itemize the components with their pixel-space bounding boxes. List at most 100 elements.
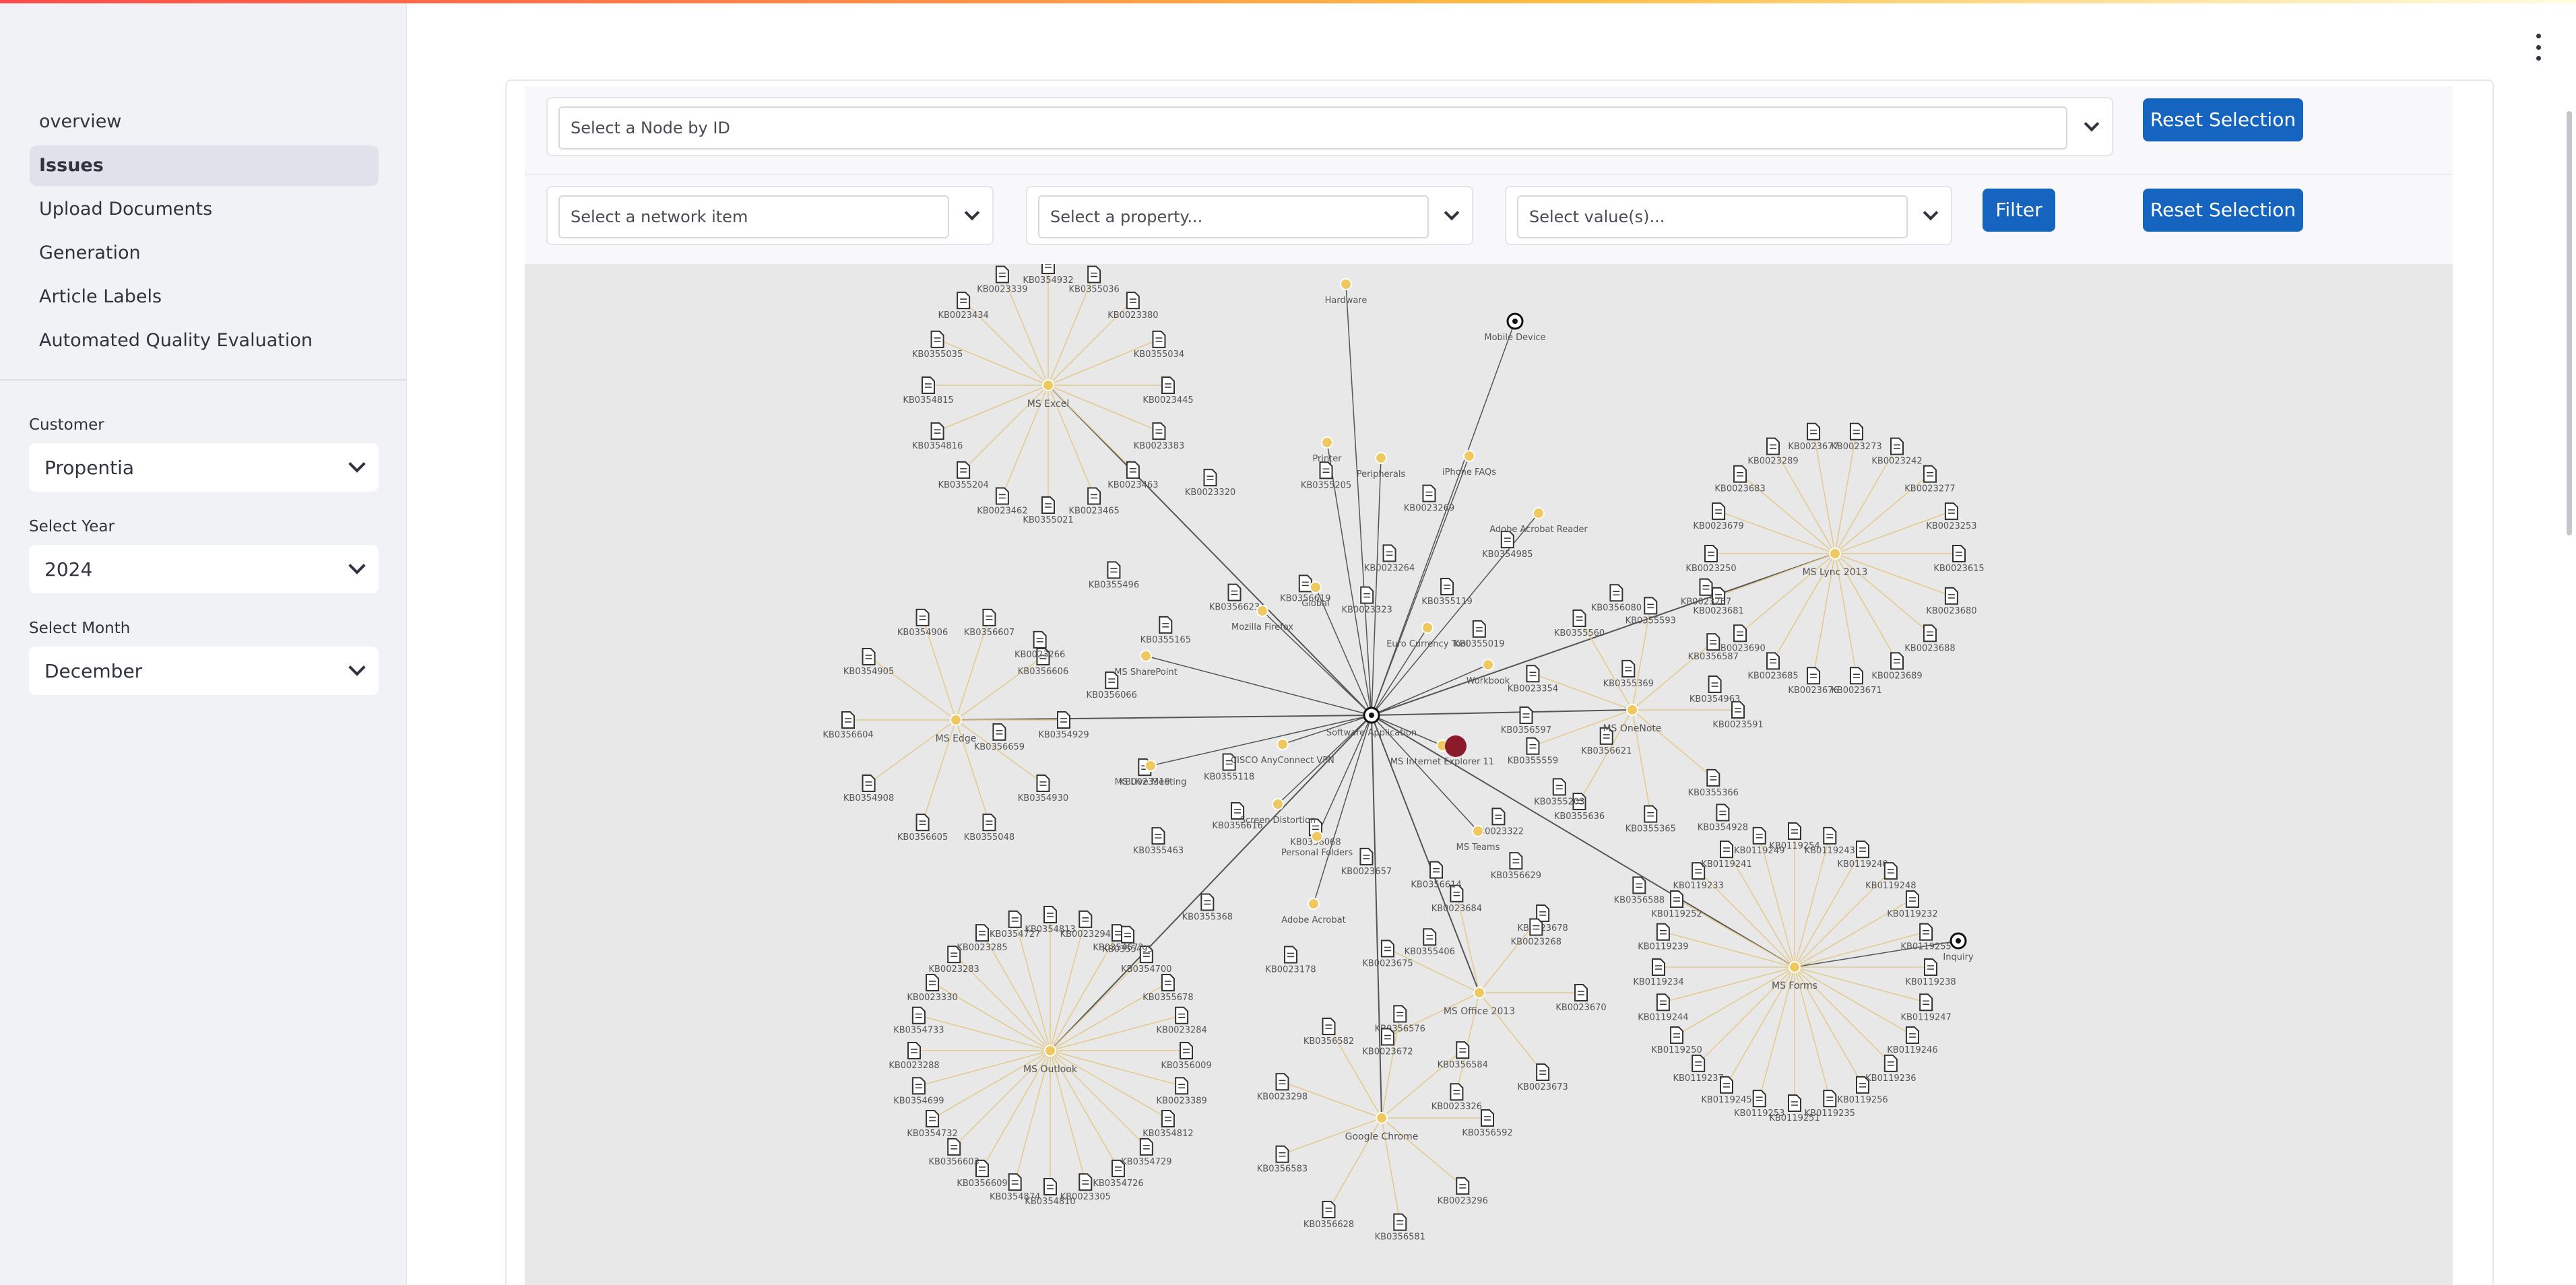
document-icon[interactable] [1491, 808, 1506, 826]
document-icon[interactable] [1456, 1041, 1470, 1059]
category-node[interactable] [1472, 825, 1484, 837]
document-icon[interactable] [1752, 1090, 1766, 1108]
document-icon[interactable] [1670, 1026, 1684, 1044]
sidebar-item-upload-documents[interactable]: Upload Documents [30, 189, 379, 230]
document-icon[interactable] [1536, 1063, 1550, 1082]
document-icon[interactable] [995, 265, 1009, 284]
document-icon[interactable] [1161, 974, 1175, 991]
document-icon[interactable] [1175, 1006, 1189, 1024]
document-icon[interactable] [1712, 502, 1726, 521]
values-select[interactable]: Select value(s)... [1517, 195, 1908, 238]
reset-selection-button-2[interactable]: Reset Selection [2143, 189, 2303, 232]
category-node[interactable] [1256, 605, 1268, 617]
document-icon[interactable] [1574, 984, 1588, 1001]
document-icon[interactable] [1057, 711, 1070, 729]
chevron-down-icon[interactable] [1444, 205, 1460, 221]
document-icon[interactable] [1856, 841, 1869, 859]
document-icon[interactable] [995, 487, 1009, 505]
hub-node[interactable] [950, 714, 962, 726]
document-icon[interactable] [862, 647, 876, 665]
sidebar-item-issues[interactable]: Issues [30, 145, 379, 186]
document-icon[interactable] [1161, 1110, 1175, 1127]
document-icon[interactable] [1107, 561, 1121, 579]
document-icon[interactable] [1380, 940, 1394, 958]
category-node[interactable] [1375, 452, 1387, 464]
category-node[interactable] [1145, 760, 1157, 772]
document-icon[interactable] [1033, 630, 1047, 649]
document-icon[interactable] [1481, 1109, 1494, 1127]
document-icon[interactable] [1807, 667, 1821, 685]
document-icon[interactable] [1733, 465, 1747, 483]
document-icon[interactable] [862, 775, 876, 793]
document-icon[interactable] [1159, 616, 1173, 634]
month-select[interactable]: December [29, 647, 379, 695]
category-node[interactable] [1311, 830, 1323, 843]
document-icon[interactable] [1087, 265, 1101, 284]
category-node[interactable] [1310, 581, 1322, 593]
document-icon[interactable] [1609, 584, 1623, 602]
hub-node[interactable] [1044, 1045, 1056, 1057]
document-icon[interactable] [1923, 465, 1937, 483]
document-icon[interactable] [1905, 1026, 1919, 1044]
document-icon[interactable] [1883, 862, 1898, 880]
document-icon[interactable] [1008, 1173, 1022, 1191]
document-icon[interactable] [957, 292, 971, 310]
document-icon[interactable] [992, 723, 1006, 741]
hub-node[interactable] [1473, 987, 1485, 999]
document-icon[interactable] [1944, 587, 1958, 605]
document-icon[interactable] [1126, 461, 1140, 479]
document-icon[interactable] [1078, 1173, 1093, 1191]
document-icon[interactable] [1152, 422, 1166, 440]
sidebar-item-overview[interactable]: overview [30, 102, 379, 142]
document-icon[interactable] [1203, 469, 1217, 487]
category-node[interactable] [1340, 278, 1352, 290]
document-icon[interactable] [1699, 578, 1713, 596]
center-node[interactable] [1363, 706, 1380, 724]
document-icon[interactable] [1692, 1054, 1706, 1072]
document-icon[interactable] [975, 924, 989, 942]
document-icon[interactable] [1319, 461, 1333, 480]
document-icon[interactable] [1919, 993, 1933, 1012]
sidebar-item-automated-quality-evaluation[interactable]: Automated Quality Evaluation [30, 321, 379, 361]
document-icon[interactable] [1440, 577, 1454, 595]
document-icon[interactable] [1360, 586, 1374, 604]
category-node[interactable] [1308, 898, 1320, 910]
category-node[interactable] [1140, 650, 1152, 662]
document-icon[interactable] [922, 376, 935, 394]
document-icon[interactable] [1041, 496, 1055, 514]
document-icon[interactable] [1706, 633, 1720, 651]
document-icon[interactable] [1656, 993, 1670, 1012]
document-icon[interactable] [957, 461, 971, 479]
category-node[interactable] [1272, 798, 1284, 810]
document-icon[interactable] [1788, 1094, 1801, 1112]
document-icon[interactable] [930, 330, 944, 348]
document-icon[interactable] [1856, 1076, 1869, 1094]
document-icon[interactable] [947, 1138, 961, 1156]
document-icon[interactable] [982, 608, 996, 626]
category-node[interactable] [1321, 436, 1333, 449]
document-icon[interactable] [1275, 1073, 1289, 1091]
document-icon[interactable] [982, 814, 996, 832]
document-icon[interactable] [1380, 1028, 1394, 1046]
document-icon[interactable] [1227, 583, 1242, 601]
document-icon[interactable] [1807, 422, 1821, 440]
selected-node[interactable] [1445, 735, 1467, 757]
document-icon[interactable] [1126, 292, 1140, 310]
document-icon[interactable] [1752, 826, 1766, 845]
document-icon[interactable] [1509, 852, 1523, 870]
category-node[interactable] [1482, 659, 1494, 671]
document-icon[interactable] [1890, 652, 1904, 670]
document-icon[interactable] [1087, 487, 1101, 505]
document-icon[interactable] [841, 711, 855, 729]
document-icon[interactable] [1472, 620, 1486, 638]
document-icon[interactable] [1766, 652, 1780, 670]
network-item-select[interactable]: Select a network item [558, 195, 949, 238]
document-icon[interactable] [1944, 502, 1958, 521]
document-icon[interactable] [1704, 545, 1718, 562]
document-icon[interactable] [907, 1042, 921, 1059]
document-icon[interactable] [1706, 768, 1720, 787]
document-icon[interactable] [1526, 665, 1540, 683]
document-icon[interactable] [1923, 624, 1937, 642]
document-icon[interactable] [1041, 264, 1055, 274]
sidebar-item-generation[interactable]: Generation [30, 233, 379, 273]
